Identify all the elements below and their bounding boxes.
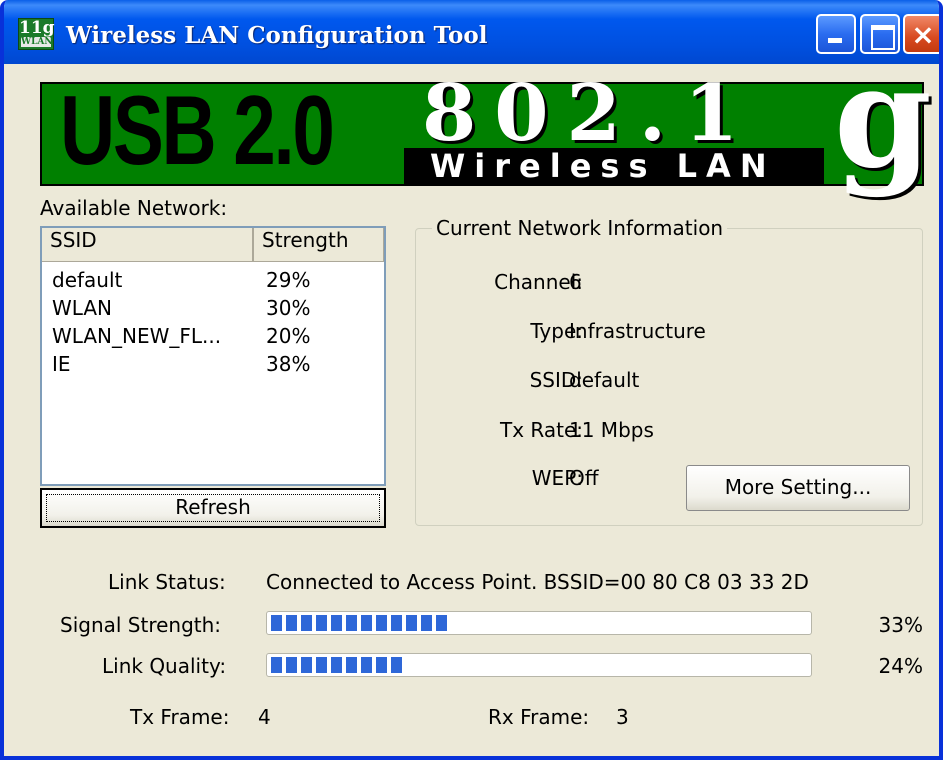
network-row[interactable]: WLAN 30% [42, 296, 384, 324]
rx-frame-value: 3 [616, 705, 629, 729]
link-status-value: Connected to Access Point. BSSID=00 80 C… [266, 570, 809, 594]
type-value: Infrastructure [569, 319, 706, 343]
title-bar[interactable]: 11g WLAN Wireless LAN Configuration Tool… [4, 0, 939, 64]
app-logo-icon: 11g WLAN [18, 18, 55, 50]
network-ssid: default [52, 268, 123, 292]
link-quality-label: Link Quality: [102, 654, 227, 678]
refresh-button[interactable]: Refresh [40, 488, 386, 528]
link-status-label: Link Status: [108, 570, 226, 594]
channel-row: Channel: 6 [415, 270, 923, 298]
signal-strength-fill [271, 615, 447, 631]
network-list-header: SSID Strength [42, 228, 384, 262]
network-list[interactable]: SSID Strength default 29% WLAN 30% WLAN_… [40, 226, 386, 486]
link-quality-fill [271, 657, 402, 673]
signal-strength-label: Signal Strength: [60, 613, 222, 637]
banner-g-letter: g [834, 36, 932, 200]
network-row[interactable]: IE 38% [42, 352, 384, 380]
column-header-strength[interactable]: Strength [254, 228, 384, 262]
banner-standard-text: 802.1 [422, 68, 757, 159]
network-strength: 30% [266, 296, 311, 320]
network-ssid: WLAN_NEW_FL... [52, 324, 222, 348]
focus-rectangle [46, 494, 380, 522]
available-network-label: Available Network: [40, 196, 228, 220]
rx-frame-label: Rx Frame: [488, 705, 590, 729]
ssid-value: default [569, 368, 640, 392]
network-ssid: WLAN [52, 296, 113, 320]
more-setting-button[interactable]: More Setting... [686, 465, 910, 511]
banner-usb-text: USB 2.0 [60, 75, 335, 185]
current-network-group-title: Current Network Information [432, 216, 728, 240]
link-quality-percent: 24% [878, 654, 923, 678]
signal-strength-bar [266, 611, 812, 635]
ssid-row: SSID: default [415, 368, 923, 396]
wep-value: Off [569, 466, 599, 490]
tx-frame-label: Tx Frame: [130, 705, 230, 729]
type-row: Type: Infrastructure [415, 319, 923, 347]
banner-wireless-lan-text: Wireless LAN [404, 148, 824, 184]
network-row[interactable]: WLAN_NEW_FL... 20% [42, 324, 384, 352]
network-strength: 38% [266, 352, 311, 376]
tx-frame-value: 4 [258, 705, 271, 729]
tx-rate-value: 11 Mbps [569, 418, 654, 442]
network-row[interactable]: default 29% [42, 268, 384, 296]
network-ssid: IE [52, 352, 71, 376]
app-icon-bottom-text: WLAN [21, 37, 53, 47]
network-strength: 29% [266, 268, 311, 292]
tx-rate-row: Tx Rate: 11 Mbps [415, 418, 923, 446]
network-strength: 20% [266, 324, 311, 348]
app-icon-top-text: 11g [19, 18, 55, 38]
signal-strength-percent: 33% [878, 613, 923, 637]
window-title: Wireless LAN Configuration Tool [66, 22, 488, 49]
channel-value: 6 [569, 270, 582, 294]
product-banner: USB 2.0 802.1 g Wireless LAN [40, 48, 932, 188]
app-window: 11g WLAN Wireless LAN Configuration Tool… [0, 0, 943, 760]
link-quality-bar [266, 653, 812, 677]
column-header-ssid[interactable]: SSID [42, 228, 254, 262]
